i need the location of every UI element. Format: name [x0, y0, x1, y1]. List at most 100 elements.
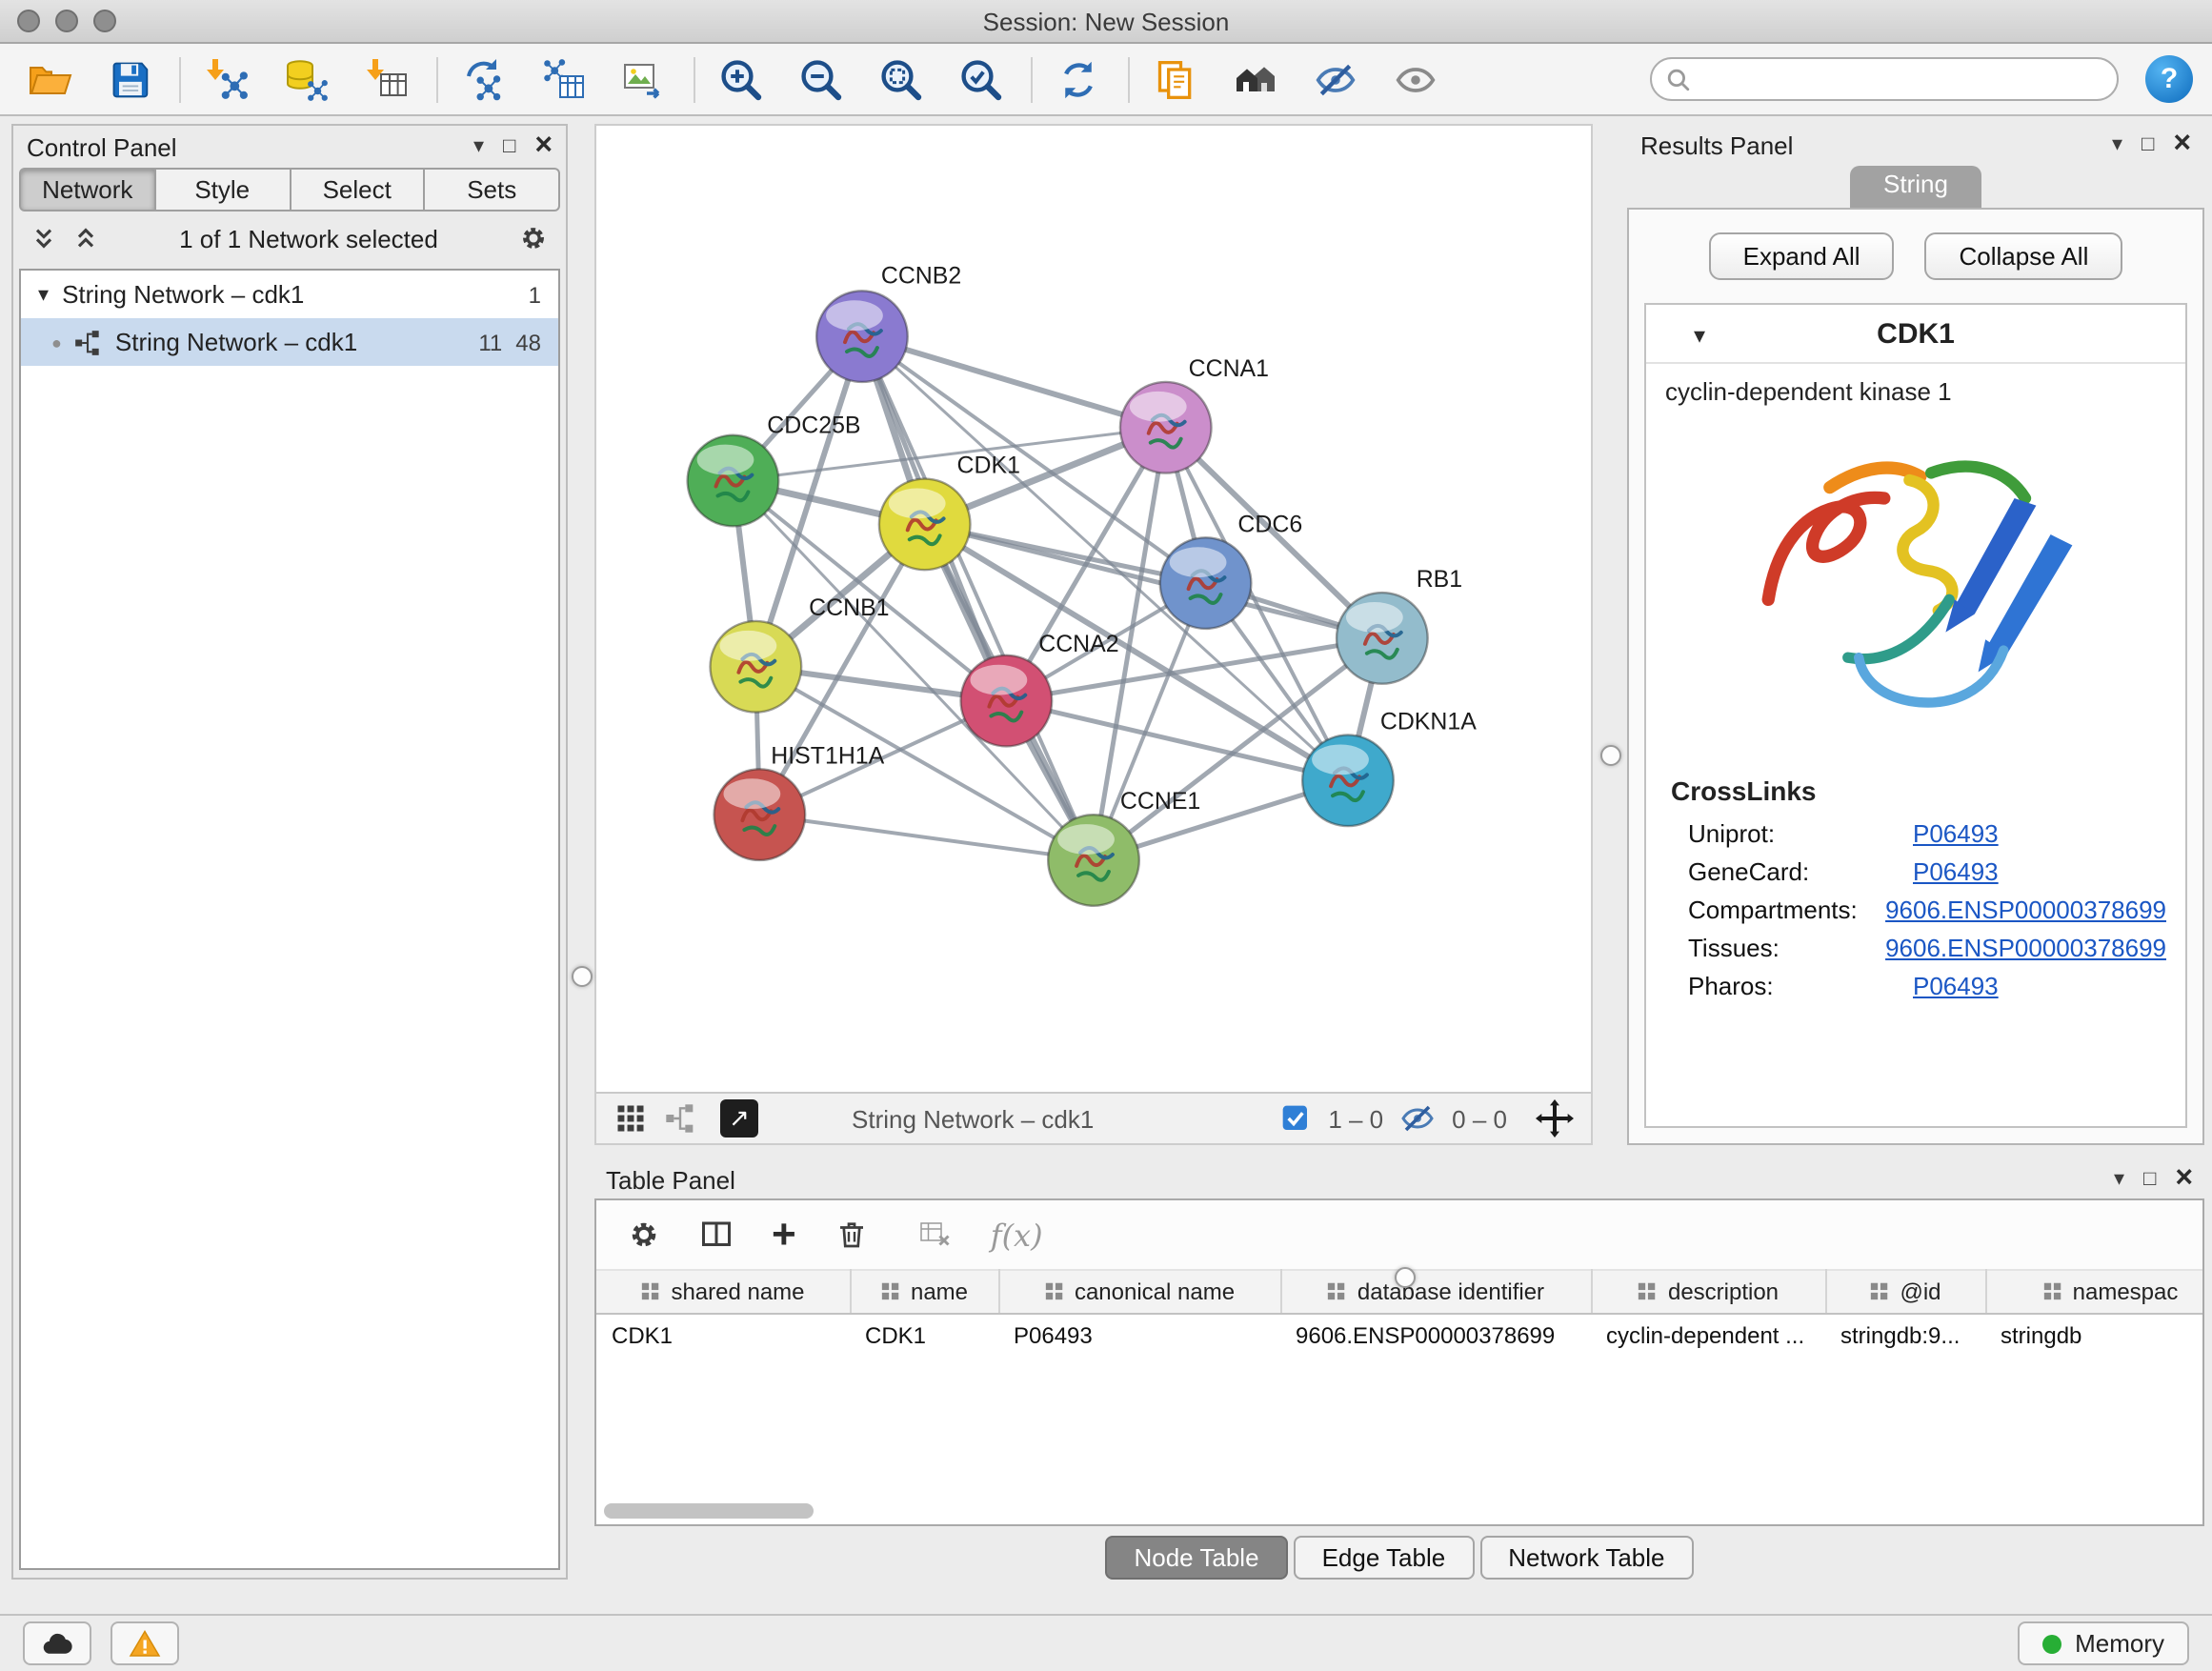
network-edge[interactable] — [862, 336, 1094, 860]
zoom-in-button[interactable] — [711, 50, 772, 108]
network-node[interactable]: CDK1 — [879, 453, 1020, 571]
column-header[interactable]: shared name — [596, 1270, 850, 1314]
add-column-icon[interactable]: + — [772, 1214, 796, 1256]
table-row[interactable]: CDK1CDK1P064939606.ENSP00000378699cyclin… — [596, 1314, 2202, 1357]
cloud-button[interactable] — [23, 1621, 91, 1665]
search-input[interactable] — [1650, 57, 2119, 101]
panel-collapse-icon[interactable]: ▾ — [473, 136, 484, 157]
copy-document-button[interactable] — [1145, 50, 1206, 108]
tab-style[interactable]: Style — [156, 168, 292, 211]
tab-node-table[interactable]: Node Table — [1105, 1536, 1287, 1580]
crosslink-link[interactable]: P06493 — [1913, 856, 1999, 885]
table-cell[interactable]: P06493 — [998, 1314, 1280, 1357]
splitter-handle[interactable] — [1395, 1267, 1416, 1288]
hide-elements-button[interactable] — [1305, 50, 1366, 108]
panel-float-icon[interactable]: □ — [503, 136, 515, 157]
crosslink-link[interactable]: 9606.ENSP00000378699 — [1885, 895, 2166, 923]
clone-network-button[interactable] — [453, 50, 514, 108]
table-cell[interactable]: cyclin-dependent ... — [1591, 1314, 1825, 1357]
tab-sets[interactable]: Sets — [426, 168, 561, 211]
grid-view-icon[interactable] — [613, 1101, 648, 1136]
import-network-file-button[interactable] — [196, 50, 257, 108]
network-edge[interactable] — [1006, 701, 1348, 781]
collapse-all-button[interactable]: Collapse All — [1925, 232, 2123, 280]
network-node[interactable]: CCNA1 — [1120, 355, 1269, 473]
move-crosshair-icon[interactable] — [1536, 1099, 1574, 1137]
panel-close-icon[interactable]: × — [2175, 1164, 2193, 1195]
table-cell[interactable]: stringdb:9... — [1825, 1314, 1985, 1357]
column-header[interactable]: description — [1591, 1270, 1825, 1314]
expand-all-networks-icon[interactable] — [30, 225, 57, 252]
column-header[interactable]: @id — [1825, 1270, 1985, 1314]
delete-table-icon[interactable] — [918, 1218, 953, 1252]
import-network-database-button[interactable] — [276, 50, 337, 108]
warnings-button[interactable] — [111, 1621, 179, 1665]
network-node[interactable]: HIST1H1A — [714, 742, 885, 860]
open-in-window-button[interactable]: ↗ — [720, 1099, 758, 1137]
network-share-icon[interactable] — [665, 1103, 695, 1134]
selected-checkbox-icon[interactable] — [1280, 1103, 1311, 1134]
horizontal-splitter[interactable] — [594, 1145, 2204, 1160]
network-canvas[interactable]: CCNB2CCNA1CDC25BCDK1CDC6RB1CCNB1CCNA2CDK… — [596, 126, 1591, 1092]
zoom-out-button[interactable] — [791, 50, 852, 108]
column-header[interactable]: namespac — [1985, 1270, 2202, 1314]
column-header[interactable]: canonical name — [998, 1270, 1280, 1314]
function-builder-icon[interactable]: f(x) — [991, 1217, 1043, 1253]
column-header[interactable]: name — [850, 1270, 998, 1314]
delete-column-trash-icon[interactable] — [835, 1218, 869, 1252]
splitter-handle[interactable] — [1600, 745, 1621, 766]
card-caret-icon[interactable]: ▾ — [1694, 321, 1705, 348]
window-titlebar[interactable]: Session: New Session — [0, 0, 2212, 44]
splitter-handle[interactable] — [572, 966, 593, 987]
window-zoom-button[interactable] — [93, 10, 116, 32]
tab-network[interactable]: Network — [19, 168, 156, 211]
save-session-button[interactable] — [99, 50, 160, 108]
home-button[interactable] — [1225, 50, 1286, 108]
network-node[interactable]: CDKN1A — [1302, 709, 1477, 827]
open-session-button[interactable] — [19, 50, 80, 108]
table-cell[interactable]: CDK1 — [850, 1314, 998, 1357]
network-edge[interactable] — [862, 336, 1166, 428]
horizontal-scrollbar[interactable] — [604, 1503, 814, 1519]
panel-close-icon[interactable]: × — [534, 131, 553, 162]
network-edge[interactable] — [759, 815, 1094, 860]
table-cell[interactable]: CDK1 — [596, 1314, 850, 1357]
network-collection-row[interactable]: ▾ String Network – cdk1 1 — [21, 271, 558, 318]
zoom-fit-button[interactable] — [871, 50, 932, 108]
panel-float-icon[interactable]: □ — [2143, 1169, 2156, 1190]
import-table-button[interactable] — [356, 50, 417, 108]
panel-collapse-icon[interactable]: ▾ — [2114, 1169, 2124, 1190]
window-minimize-button[interactable] — [55, 10, 78, 32]
tab-edge-table[interactable]: Edge Table — [1294, 1536, 1475, 1580]
memory-button[interactable]: Memory — [2018, 1621, 2189, 1665]
network-options-gear-icon[interactable] — [518, 223, 549, 253]
hidden-eye-slash-icon[interactable] — [1400, 1101, 1435, 1136]
network-node[interactable]: CCNB1 — [711, 594, 890, 713]
column-header[interactable]: database identifier — [1280, 1270, 1591, 1314]
network-from-table-button[interactable] — [533, 50, 594, 108]
network-node[interactable]: RB1 — [1337, 566, 1462, 684]
tree-caret-icon[interactable]: ▾ — [38, 282, 49, 307]
tab-string[interactable]: String — [1849, 166, 1982, 208]
table-cell[interactable]: stringdb — [1985, 1314, 2202, 1357]
crosslink-link[interactable]: P06493 — [1913, 818, 1999, 847]
zoom-selected-button[interactable] — [951, 50, 1012, 108]
panel-close-icon[interactable]: × — [2173, 130, 2191, 160]
crosslink-link[interactable]: 9606.ENSP00000378699 — [1885, 933, 2166, 961]
window-close-button[interactable] — [17, 10, 40, 32]
expand-all-button[interactable]: Expand All — [1709, 232, 1895, 280]
protein-card-header[interactable]: ▾ CDK1 — [1646, 305, 2185, 364]
tab-network-table[interactable]: Network Table — [1479, 1536, 1693, 1580]
tab-select[interactable]: Select — [291, 168, 426, 211]
table-options-gear-icon[interactable] — [627, 1218, 661, 1252]
table-cell[interactable]: 9606.ENSP00000378699 — [1280, 1314, 1591, 1357]
crosslink-link[interactable]: P06493 — [1913, 971, 1999, 999]
panel-float-icon[interactable]: □ — [2142, 134, 2154, 155]
help-button[interactable]: ? — [2145, 55, 2193, 103]
show-columns-icon[interactable] — [699, 1218, 734, 1252]
collapse-all-networks-icon[interactable] — [72, 225, 99, 252]
network-row[interactable]: ● String Network – cdk1 11 48 — [21, 318, 558, 366]
network-edge[interactable] — [925, 524, 1382, 638]
panel-collapse-icon[interactable]: ▾ — [2112, 134, 2122, 155]
show-elements-button[interactable] — [1385, 50, 1446, 108]
